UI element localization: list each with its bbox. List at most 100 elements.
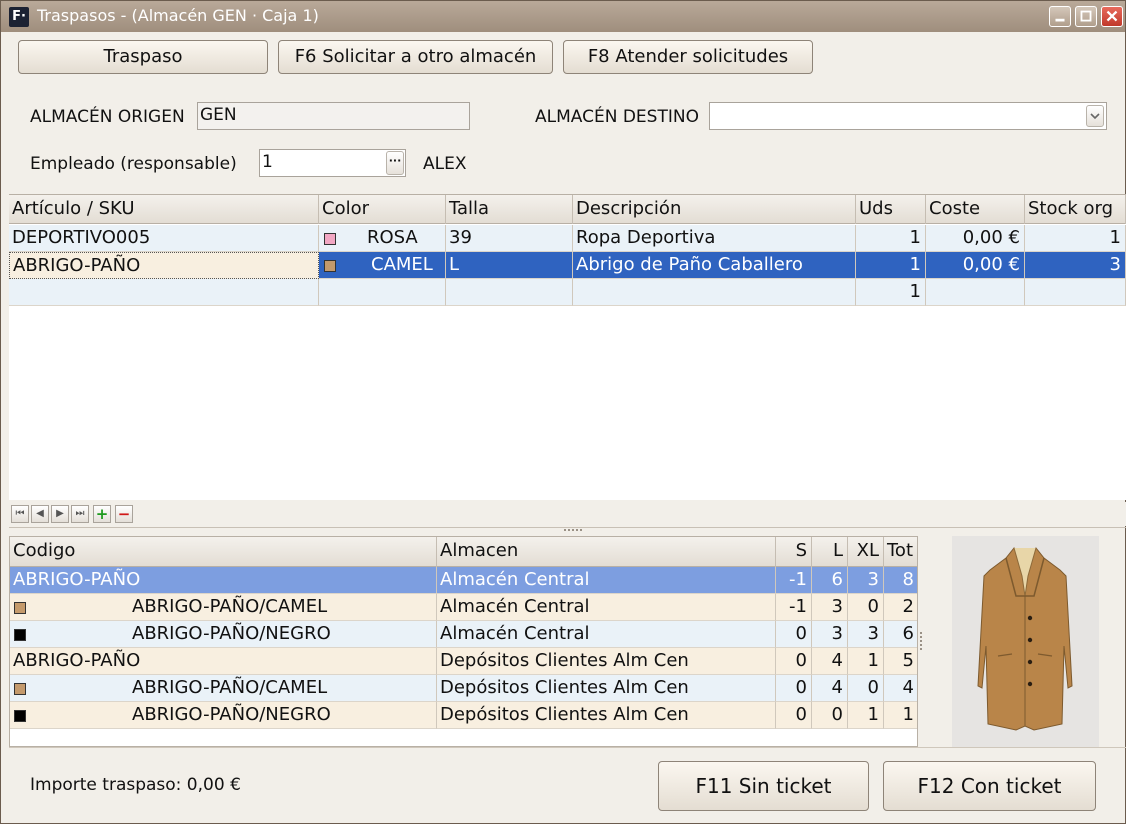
cell-xl: 3 (848, 567, 884, 594)
stock-grid: Codigo Almacen S L XL Tot ABRIGO-PAÑO Al… (9, 536, 918, 747)
col-header-s[interactable]: S (776, 537, 812, 567)
cell-sku[interactable]: DEPORTIVO005 (9, 225, 319, 252)
color-swatch-icon (324, 260, 336, 272)
col-header-stock[interactable]: Stock org (1025, 195, 1126, 224)
add-record-icon[interactable]: + (93, 505, 111, 523)
cell-codigo-label: ABRIGO-PAÑO/NEGRO (132, 704, 331, 725)
cell-descripcion[interactable]: Abrigo de Paño Caballero (573, 252, 856, 279)
empleado-value: 1 (262, 152, 273, 172)
col-header-xl[interactable]: XL (848, 537, 884, 567)
cell-coste[interactable]: 0,00 € (926, 225, 1025, 252)
cell-coste[interactable]: 0,00 € (926, 252, 1025, 279)
cell-codigo-label: ABRIGO-PAÑO/CAMEL (132, 677, 328, 698)
next-record-icon[interactable]: ▶ (51, 505, 69, 523)
sin-ticket-button[interactable]: F11 Sin ticket (658, 761, 869, 811)
horizontal-splitter[interactable] (9, 527, 1126, 534)
last-record-icon[interactable]: ⏭ (71, 505, 89, 523)
cell-s: -1 (776, 594, 812, 621)
empleado-lookup-button[interactable]: ··· (386, 151, 404, 175)
con-ticket-button[interactable]: F12 Con ticket (883, 761, 1096, 811)
minimize-icon (1055, 18, 1065, 22)
col-header-tot[interactable]: Tot (884, 537, 917, 567)
cell-talla[interactable]: L (446, 252, 573, 279)
cell-l: 0 (812, 702, 848, 729)
cell-coste[interactable] (926, 279, 1025, 306)
cell-codigo: ABRIGO-PAÑO/NEGRO (10, 702, 437, 729)
lines-grid: Artículo / SKU Color Talla Descripción U… (9, 194, 1126, 500)
window-title: Traspasos - (Almacén GEN · Caja 1) (37, 6, 319, 25)
almacen-origen-field[interactable]: GEN (197, 102, 470, 130)
cell-s: 0 (776, 648, 812, 675)
col-header-codigo[interactable]: Codigo (10, 537, 437, 567)
prev-record-icon[interactable]: ◀ (31, 505, 49, 523)
cell-almacen: Almacén Central (437, 621, 776, 648)
color-swatch-icon (14, 629, 26, 641)
cell-sku-editing[interactable]: ABRIGO-PAÑO (9, 252, 319, 279)
almacen-destino-label: ALMACÉN DESTINO (535, 107, 699, 127)
col-header-l[interactable]: L (812, 537, 848, 567)
cell-descripcion[interactable] (573, 279, 856, 306)
splitter-grip-icon (920, 632, 923, 650)
cell-uds[interactable]: 1 (856, 252, 926, 279)
record-navigator: ⏮ ◀ ▶ ⏭ + − (9, 502, 1126, 526)
cell-talla[interactable] (446, 279, 573, 306)
splitter-grip-icon (564, 529, 582, 533)
cell-uds[interactable]: 1 (856, 279, 926, 306)
atender-solicitudes-button[interactable]: F8 Atender solicitudes (563, 40, 813, 74)
stock-row[interactable]: ABRIGO-PAÑO/NEGRO Almacén Central 0 3 3 … (10, 621, 917, 648)
cell-xl: 0 (848, 594, 884, 621)
col-header-uds[interactable]: Uds (856, 195, 926, 224)
cell-stock[interactable]: 3 (1025, 252, 1126, 279)
cell-uds[interactable]: 1 (856, 225, 926, 252)
stock-row[interactable]: ABRIGO-PAÑO Depósitos Clientes Alm Cen 0… (10, 648, 917, 675)
minimize-button[interactable] (1049, 6, 1071, 27)
cell-codigo-label: ABRIGO-PAÑO/CAMEL (132, 596, 328, 617)
cell-tot: 8 (884, 567, 917, 594)
col-header-descripcion[interactable]: Descripción (573, 195, 856, 224)
cell-descripcion[interactable]: Ropa Deportiva (573, 225, 856, 252)
almacen-destino-select[interactable] (709, 102, 1107, 130)
close-button[interactable] (1101, 6, 1123, 27)
cell-codigo: ABRIGO-PAÑO/NEGRO (10, 621, 437, 648)
color-swatch-icon (14, 683, 26, 695)
first-record-icon[interactable]: ⏮ (11, 505, 29, 523)
maximize-button[interactable] (1075, 6, 1097, 27)
chevron-down-icon[interactable] (1086, 105, 1104, 127)
cell-almacen: Depósitos Clientes Alm Cen (437, 702, 776, 729)
cell-sku[interactable] (9, 279, 319, 306)
cell-color[interactable]: CAMEL (319, 252, 446, 279)
cell-xl: 1 (848, 702, 884, 729)
table-row-selected[interactable]: ABRIGO-PAÑO CAMEL L Abrigo de Paño Cabal… (9, 252, 1126, 279)
cell-l: 4 (812, 675, 848, 702)
cell-tot: 1 (884, 702, 917, 729)
table-row-new[interactable]: 1 (9, 279, 1126, 306)
delete-record-icon[interactable]: − (115, 505, 133, 523)
cell-xl: 0 (848, 675, 884, 702)
cell-s: 0 (776, 621, 812, 648)
stock-grid-header: Codigo Almacen S L XL Tot (10, 537, 917, 567)
stock-row[interactable]: ABRIGO-PAÑO Almacén Central -1 6 3 8 (10, 567, 917, 594)
solicitar-otro-almacen-button[interactable]: F6 Solicitar a otro almacén (278, 40, 553, 74)
cell-color[interactable]: ROSA (319, 225, 446, 252)
cell-color[interactable] (319, 279, 446, 306)
cell-stock[interactable]: 1 (1025, 225, 1126, 252)
maximize-icon (1080, 10, 1092, 22)
empleado-input[interactable]: 1 ··· (259, 149, 406, 177)
cell-s: -1 (776, 567, 812, 594)
stock-row[interactable]: ABRIGO-PAÑO/CAMEL Depósitos Clientes Alm… (10, 675, 917, 702)
col-header-almacen[interactable]: Almacen (437, 537, 776, 567)
vertical-splitter[interactable] (918, 536, 924, 747)
col-header-coste[interactable]: Coste (926, 195, 1025, 224)
traspaso-button[interactable]: Traspaso (18, 40, 268, 74)
cell-almacen: Almacén Central (437, 567, 776, 594)
cell-talla[interactable]: 39 (446, 225, 573, 252)
coat-image-icon (977, 547, 1073, 731)
cell-codigo: ABRIGO-PAÑO (10, 567, 437, 594)
stock-row[interactable]: ABRIGO-PAÑO/NEGRO Depósitos Clientes Alm… (10, 702, 917, 729)
col-header-sku[interactable]: Artículo / SKU (9, 195, 319, 224)
col-header-talla[interactable]: Talla (446, 195, 573, 224)
table-row[interactable]: DEPORTIVO005 ROSA 39 Ropa Deportiva 1 0,… (9, 225, 1126, 252)
col-header-color[interactable]: Color (319, 195, 446, 224)
cell-stock[interactable] (1025, 279, 1126, 306)
stock-row[interactable]: ABRIGO-PAÑO/CAMEL Almacén Central -1 3 0… (10, 594, 917, 621)
